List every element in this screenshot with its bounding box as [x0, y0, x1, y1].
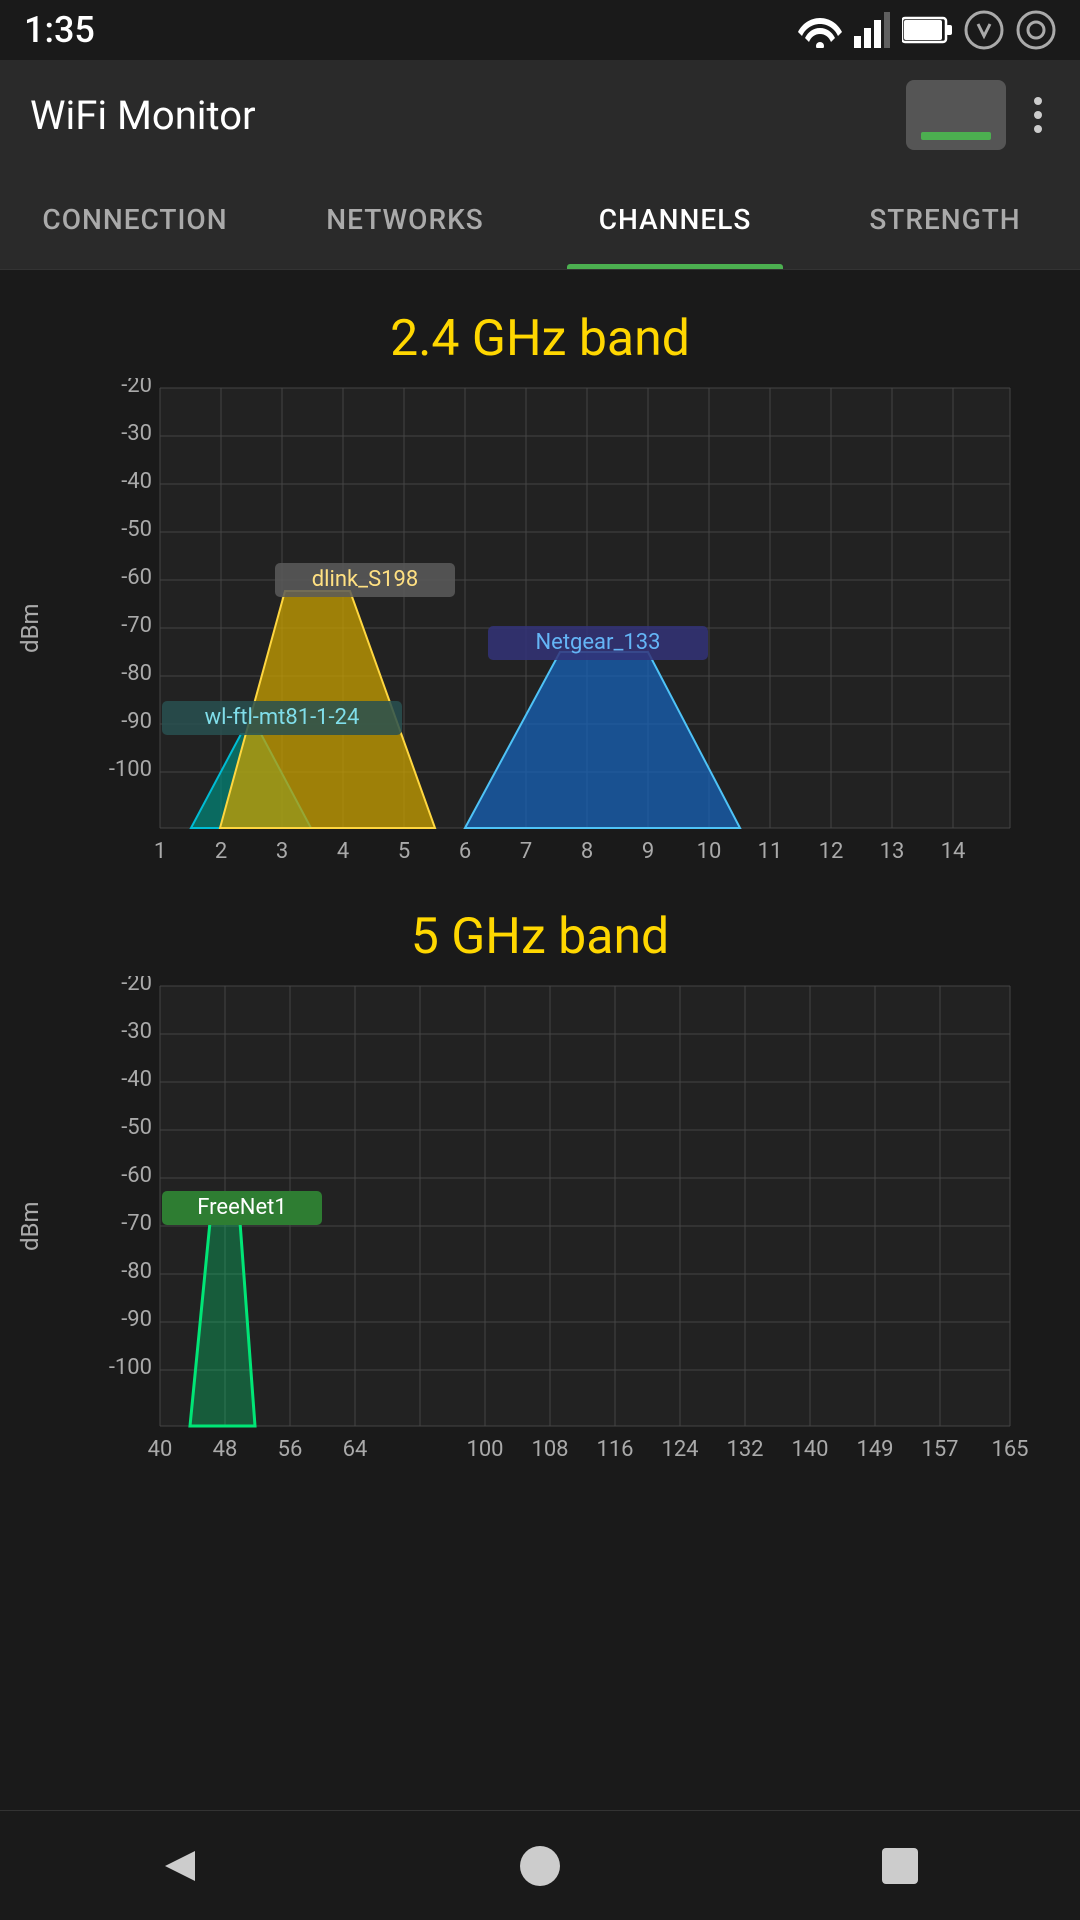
band-5-chart-svg: -20 -30 -40 -50 -60 -70 -80 -90 -100 40 …	[50, 976, 1070, 1476]
svg-text:40: 40	[148, 1437, 173, 1462]
wl-label-text: wl-ftl-mt81-1-24	[205, 705, 360, 730]
band-24-chart-container: dBm	[10, 378, 1070, 878]
svg-text:-90: -90	[121, 709, 152, 734]
band-24-y-axis-label: dBm	[10, 378, 50, 878]
svg-text:-60: -60	[121, 565, 152, 590]
bottom-nav	[0, 1810, 1080, 1920]
svg-text:64: 64	[343, 1437, 368, 1462]
svg-text:-40: -40	[121, 469, 152, 494]
freenet-label-text: FreeNet1	[197, 1195, 286, 1220]
app-title: WiFi Monitor	[30, 92, 256, 139]
band-5-chart-area: -20 -30 -40 -50 -60 -70 -80 -90 -100 40 …	[50, 976, 1070, 1476]
back-button[interactable]	[140, 1826, 220, 1906]
band-24-title: 2.4 GHz band	[10, 310, 1070, 368]
tab-connection[interactable]: CONNECTION	[0, 170, 270, 269]
signal-icon	[854, 12, 890, 48]
svg-text:-70: -70	[121, 613, 152, 638]
status-time: 1:35	[24, 9, 95, 51]
battery-icon	[902, 16, 952, 44]
band-5-section: 5 GHz band dBm	[10, 908, 1070, 1476]
svg-text:116: 116	[596, 1437, 633, 1462]
svg-text:13: 13	[880, 839, 905, 864]
svg-text:11: 11	[758, 839, 783, 864]
status-bar: 1:35	[0, 0, 1080, 60]
svg-text:-30: -30	[121, 1019, 152, 1044]
dlink-label-text: dlink_S198	[312, 567, 419, 592]
svg-text:14: 14	[941, 839, 966, 864]
tab-networks[interactable]: NETWORKS	[270, 170, 540, 269]
svg-text:-20: -20	[121, 378, 152, 398]
band-24-chart-svg: -20 -30 -40 -50 -60 -70 -80 -90 -100 1 2…	[50, 378, 1070, 878]
svg-text:8: 8	[581, 839, 593, 864]
svg-text:132: 132	[726, 1437, 763, 1462]
main-content: 2.4 GHz band dBm	[0, 270, 1080, 1526]
svg-text:-70: -70	[121, 1211, 152, 1236]
tab-strength[interactable]: STRENGTH	[810, 170, 1080, 269]
svg-text:-50: -50	[121, 1115, 152, 1140]
svg-text:4: 4	[337, 839, 349, 864]
svg-text:9: 9	[642, 839, 654, 864]
svg-text:140: 140	[791, 1437, 828, 1462]
svg-text:1: 1	[154, 839, 166, 864]
recent-icon	[878, 1844, 922, 1888]
band-24-section: 2.4 GHz band dBm	[10, 310, 1070, 878]
svg-text:-100: -100	[109, 757, 152, 782]
svg-text:-30: -30	[121, 421, 152, 446]
app-bar: WiFi Monitor	[0, 60, 1080, 170]
app-icon-2	[1016, 10, 1056, 50]
svg-text:-90: -90	[121, 1307, 152, 1332]
svg-text:6: 6	[459, 839, 471, 864]
tab-bar: CONNECTION NETWORKS CHANNELS STRENGTH	[0, 170, 1080, 270]
band-5-chart-container: dBm	[10, 976, 1070, 1476]
tab-channels[interactable]: CHANNELS	[540, 170, 810, 269]
svg-text:2: 2	[215, 839, 227, 864]
svg-text:48: 48	[213, 1437, 238, 1462]
svg-text:-20: -20	[121, 976, 152, 996]
band-24-chart-area: -20 -30 -40 -50 -60 -70 -80 -90 -100 1 2…	[50, 378, 1070, 878]
svg-text:10: 10	[697, 839, 722, 864]
home-button[interactable]	[500, 1826, 580, 1906]
recent-button[interactable]	[860, 1826, 940, 1906]
wifi-icon	[798, 12, 842, 48]
svg-text:124: 124	[661, 1437, 698, 1462]
svg-text:7: 7	[520, 839, 532, 864]
svg-text:-60: -60	[121, 1163, 152, 1188]
svg-text:100: 100	[466, 1437, 503, 1462]
svg-text:165: 165	[991, 1437, 1028, 1462]
svg-text:157: 157	[921, 1437, 958, 1462]
netgear-label-text: Netgear_133	[535, 630, 660, 655]
status-icons	[798, 10, 1056, 50]
band-5-y-axis-label: dBm	[10, 976, 50, 1476]
svg-text:5: 5	[398, 839, 410, 864]
home-icon	[515, 1841, 565, 1891]
screen-button[interactable]	[906, 80, 1006, 150]
svg-text:56: 56	[278, 1437, 303, 1462]
svg-text:-80: -80	[121, 1259, 152, 1284]
svg-text:149: 149	[856, 1437, 893, 1462]
svg-text:-40: -40	[121, 1067, 152, 1092]
svg-text:108: 108	[531, 1437, 568, 1462]
svg-text:-80: -80	[121, 661, 152, 686]
band-5-title: 5 GHz band	[10, 908, 1070, 966]
app-icon-1	[964, 10, 1004, 50]
svg-text:-100: -100	[109, 1355, 152, 1380]
svg-text:3: 3	[276, 839, 288, 864]
back-icon	[155, 1841, 205, 1891]
more-menu-button[interactable]	[1026, 89, 1050, 141]
svg-text:12: 12	[819, 839, 844, 864]
app-bar-actions	[906, 80, 1050, 150]
screen-button-indicator	[921, 132, 991, 140]
svg-text:-50: -50	[121, 517, 152, 542]
